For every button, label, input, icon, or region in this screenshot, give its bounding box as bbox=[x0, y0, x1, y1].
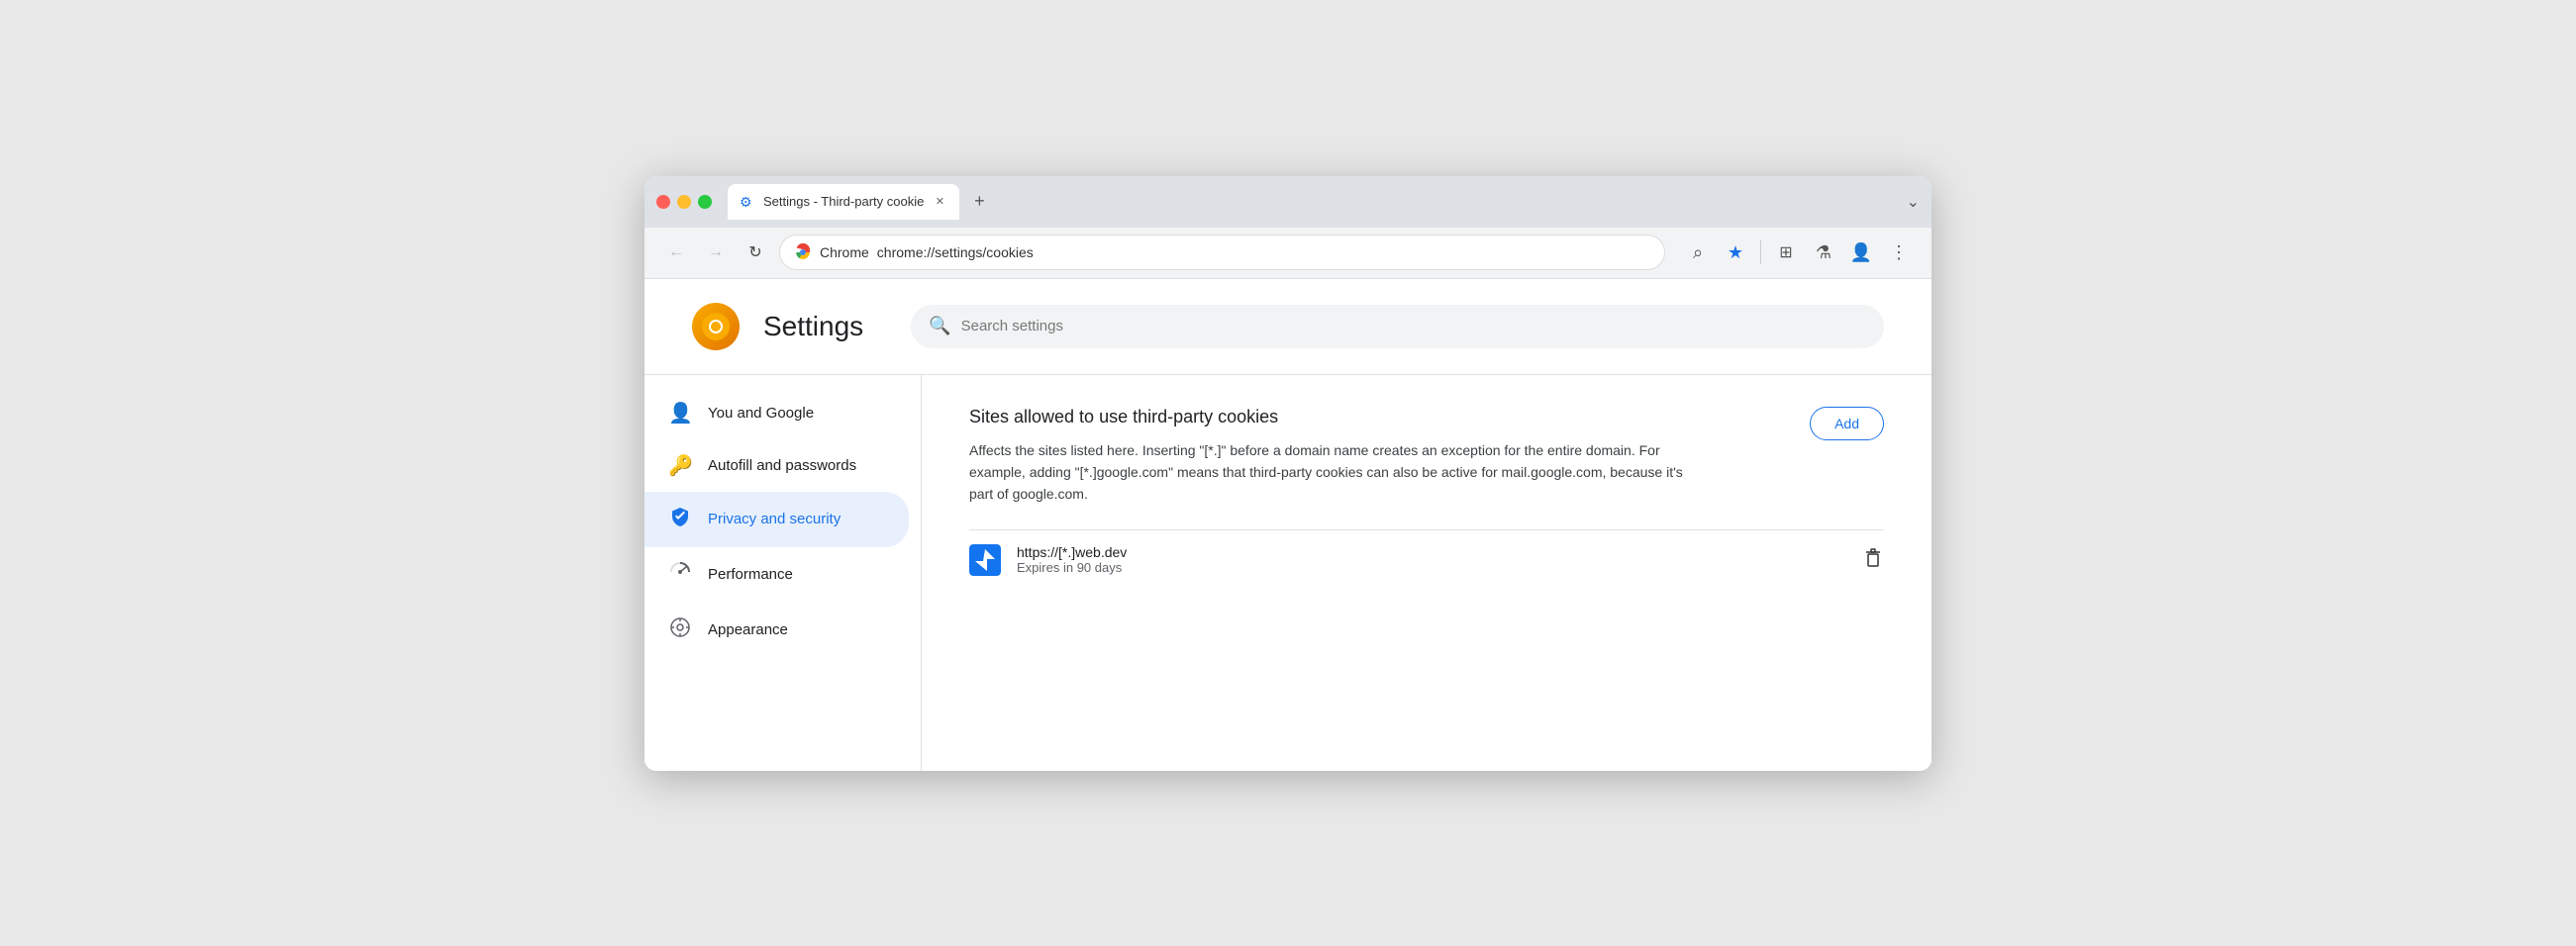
forward-icon: → bbox=[708, 243, 724, 261]
search-placeholder: Search settings bbox=[961, 318, 1063, 334]
address-bar[interactable]: Chrome chrome://settings/cookies bbox=[779, 235, 1665, 270]
sidebar-item-performance[interactable]: Performance bbox=[644, 547, 909, 603]
sidebar-label-you-and-google: You and Google bbox=[708, 405, 814, 422]
chrome-logo-icon bbox=[794, 243, 812, 261]
chrome-label: Chrome bbox=[820, 244, 869, 260]
cookie-expires: Expires in 90 days bbox=[1017, 560, 1846, 575]
add-button[interactable]: Add bbox=[1810, 407, 1884, 440]
site-favicon-icon bbox=[969, 544, 1001, 576]
new-tab-button[interactable]: + bbox=[965, 188, 993, 216]
browser-window: ⚙ Settings - Third-party cookie ✕ + ⌄ ← … bbox=[644, 176, 1932, 771]
maximize-button[interactable] bbox=[698, 195, 712, 209]
key-icon: 🔑 bbox=[668, 453, 692, 478]
traffic-lights bbox=[656, 195, 712, 209]
settings-layout: Settings 🔍 Search settings 👤 You and Goo… bbox=[644, 279, 1932, 771]
sidebar: 👤 You and Google 🔑 Autofill and password… bbox=[644, 375, 922, 771]
tab-title: Settings - Third-party cookie bbox=[763, 194, 924, 209]
cookie-favicon bbox=[969, 544, 1001, 576]
reload-button[interactable]: ↻ bbox=[740, 236, 771, 268]
back-button[interactable]: ← bbox=[660, 236, 692, 268]
section-title: Sites allowed to use third-party cookies bbox=[969, 407, 1810, 427]
window-controls-right: ⌄ bbox=[1907, 192, 1920, 212]
toolbar: ← → ↻ Chrome chrome://settings/cookies ⌕… bbox=[644, 228, 1932, 279]
shield-icon bbox=[668, 506, 692, 533]
back-icon: ← bbox=[668, 243, 684, 261]
person-icon: 👤 bbox=[668, 401, 692, 426]
title-bar: ⚙ Settings - Third-party cookie ✕ + ⌄ bbox=[644, 176, 1932, 228]
cookie-url: https://[*.]web.dev bbox=[1017, 544, 1846, 560]
lab-button[interactable]: ⚗ bbox=[1807, 236, 1840, 269]
appearance-icon bbox=[668, 616, 692, 644]
close-button[interactable] bbox=[656, 195, 670, 209]
settings-body: 👤 You and Google 🔑 Autofill and password… bbox=[644, 375, 1932, 771]
forward-button[interactable]: → bbox=[700, 236, 732, 268]
sidebar-label-autofill: Autofill and passwords bbox=[708, 457, 856, 474]
profile-icon: 👤 bbox=[1850, 242, 1872, 263]
tab-close-button[interactable]: ✕ bbox=[932, 194, 947, 210]
sidebar-label-privacy: Privacy and security bbox=[708, 511, 841, 527]
section-desc: Affects the sites listed here. Inserting… bbox=[969, 439, 1702, 506]
settings-header: Settings 🔍 Search settings bbox=[644, 279, 1932, 375]
profile-button[interactable]: 👤 bbox=[1844, 236, 1878, 269]
menu-icon: ⋮ bbox=[1890, 242, 1908, 263]
cookie-details: https://[*.]web.dev Expires in 90 days bbox=[1017, 544, 1846, 575]
zoom-button[interactable]: ⌕ bbox=[1681, 236, 1715, 269]
tab-favicon-icon: ⚙ bbox=[740, 194, 755, 210]
tab-bar: ⚙ Settings - Third-party cookie ✕ + bbox=[728, 184, 1899, 220]
lab-icon: ⚗ bbox=[1816, 242, 1832, 263]
sidebar-item-you-and-google[interactable]: 👤 You and Google bbox=[644, 387, 909, 439]
sidebar-item-appearance[interactable]: Appearance bbox=[644, 603, 909, 658]
address-url: chrome://settings/cookies bbox=[877, 244, 1034, 260]
extensions-button[interactable]: ⊞ bbox=[1769, 236, 1803, 269]
sidebar-label-appearance: Appearance bbox=[708, 621, 788, 638]
page-title: Settings bbox=[763, 311, 863, 342]
cookie-entry: https://[*.]web.dev Expires in 90 days bbox=[969, 529, 1884, 590]
search-icon: 🔍 bbox=[929, 316, 950, 336]
section-info: Sites allowed to use third-party cookies… bbox=[969, 407, 1810, 506]
active-tab[interactable]: ⚙ Settings - Third-party cookie ✕ bbox=[728, 184, 959, 220]
zoom-icon: ⌕ bbox=[1693, 242, 1703, 263]
bookmark-button[interactable]: ★ bbox=[1719, 236, 1752, 269]
performance-icon bbox=[668, 561, 692, 589]
main-content: Sites allowed to use third-party cookies… bbox=[922, 375, 1932, 771]
minimize-button[interactable] bbox=[677, 195, 691, 209]
sidebar-item-privacy[interactable]: Privacy and security bbox=[644, 492, 909, 547]
reload-icon: ↻ bbox=[748, 242, 761, 262]
sidebar-label-performance: Performance bbox=[708, 566, 793, 583]
extensions-icon: ⊞ bbox=[1779, 242, 1792, 262]
menu-button[interactable]: ⋮ bbox=[1882, 236, 1916, 269]
google-logo-icon bbox=[700, 311, 732, 342]
search-bar-wrap: 🔍 Search settings bbox=[911, 305, 1884, 348]
search-bar[interactable]: 🔍 Search settings bbox=[911, 305, 1884, 348]
sidebar-item-autofill[interactable]: 🔑 Autofill and passwords bbox=[644, 439, 909, 492]
trash-icon bbox=[1862, 546, 1884, 568]
delete-cookie-button[interactable] bbox=[1862, 546, 1884, 574]
bookmark-icon: ★ bbox=[1728, 242, 1743, 263]
settings-logo bbox=[692, 303, 740, 350]
toolbar-divider bbox=[1760, 240, 1761, 264]
section-header-row: Sites allowed to use third-party cookies… bbox=[969, 407, 1884, 506]
toolbar-actions: ⌕ ★ ⊞ ⚗ 👤 ⋮ bbox=[1681, 236, 1916, 269]
